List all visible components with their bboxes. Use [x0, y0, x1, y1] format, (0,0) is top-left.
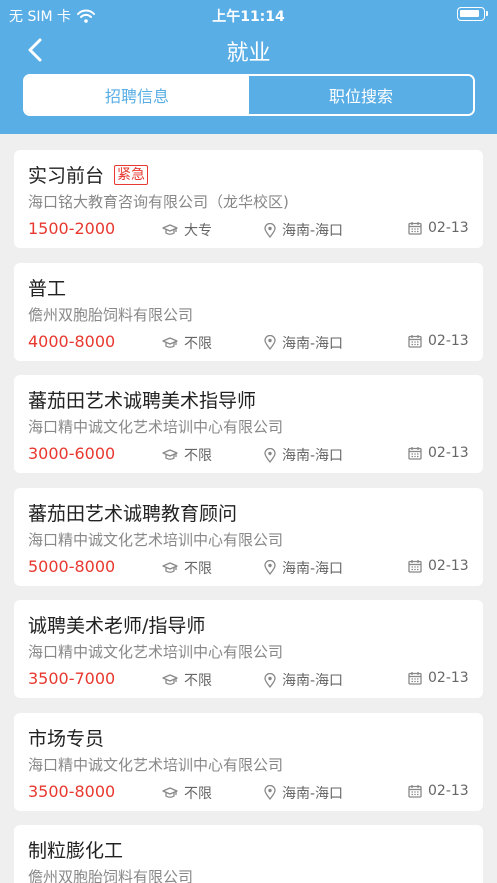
- calendar-icon: [408, 222, 422, 235]
- location-pin-icon: [264, 222, 276, 238]
- salary: 4000-8000: [28, 331, 116, 351]
- company-name: 儋州双胞胎饲料有限公司: [28, 868, 194, 883]
- education-text: 大专: [184, 223, 212, 239]
- education-requirement: 不限: [162, 333, 212, 353]
- battery-icon: [457, 7, 488, 21]
- education-requirement: 不限: [162, 558, 212, 578]
- company-name: 儋州双胞胎饲料有限公司: [28, 305, 194, 324]
- job-location: 海南-海口: [264, 783, 343, 803]
- education-requirement: 不限: [162, 670, 212, 690]
- salary: 3000-6000: [28, 444, 116, 463]
- graduation-cap-icon: [162, 561, 178, 573]
- location-pin-icon: [264, 447, 276, 463]
- job-card[interactable]: 蕃茄田艺术诚聘美术指导师海口精中诚文化艺术培训中心有限公司 3000-6000 不限…: [14, 375, 483, 473]
- education-requirement: 大专: [162, 220, 212, 240]
- company-name: 海口精中诚文化艺术培训中心有限公司: [28, 530, 284, 549]
- job-title-text: 蕃茄田艺术诚聘美术指导师: [28, 390, 257, 412]
- status-time: 上午11:14: [212, 9, 285, 25]
- job-title: 蕃茄田艺术诚聘教育顾问: [28, 499, 237, 526]
- post-date: 02-13: [408, 445, 469, 461]
- job-title-text: 普工: [28, 277, 67, 300]
- job-location: 海南-海口: [264, 558, 343, 578]
- graduation-cap-icon: [162, 786, 178, 798]
- job-card[interactable]: 制粒膨化工儋州双胞胎饲料有限公司: [14, 825, 483, 883]
- post-date: 02-13: [408, 558, 469, 574]
- education-text: 不限: [184, 335, 212, 352]
- job-title-text: 蕃茄田艺术诚聘教育顾问: [28, 502, 238, 525]
- job-card[interactable]: 实习前台 紧急海口铭大教育咨询有限公司（龙华校区) 1500-2000 大专 海南-海口…: [14, 150, 483, 248]
- date-text: 02-13: [428, 557, 469, 574]
- graduation-cap-icon: [162, 449, 178, 460]
- job-title: 普工: [28, 274, 66, 301]
- company-name: 海口精中诚文化艺术培训中心有限公司: [28, 418, 284, 436]
- location-pin-icon: [264, 335, 276, 350]
- education-text: 不限: [184, 673, 212, 689]
- job-card[interactable]: 市场专员海口精中诚文化艺术培训中心有限公司 3500-8000 不限 海南-海口 02-…: [14, 712, 483, 811]
- post-date: 02-13: [408, 783, 469, 799]
- urgent-badge: 紧急: [114, 164, 149, 185]
- location-pin-icon: [264, 785, 276, 800]
- graduation-cap-icon: [162, 224, 178, 235]
- salary: 3500-7000: [28, 669, 116, 688]
- job-location: 海南-海口: [264, 220, 343, 240]
- job-title: 实习前台 紧急: [28, 161, 149, 188]
- location-text: 海南-海口: [282, 785, 344, 802]
- graduation-cap-icon: [162, 674, 178, 685]
- education-requirement: 不限: [162, 445, 212, 465]
- location-text: 海南-海口: [282, 448, 344, 464]
- job-location: 海南-海口: [264, 333, 343, 353]
- job-title: 诚聘美术老师/指导师: [28, 611, 205, 638]
- location-text: 海南-海口: [282, 335, 344, 352]
- job-card[interactable]: 诚聘美术老师/指导师海口精中诚文化艺术培训中心有限公司 3500-7000 不限 海南…: [14, 600, 483, 698]
- location-pin-icon: [264, 560, 276, 575]
- post-date: 02-13: [408, 670, 469, 686]
- job-title-text: 制粒膨化工: [28, 840, 124, 862]
- nav-bar: 就业: [0, 30, 497, 70]
- date-text: 02-13: [428, 782, 469, 799]
- calendar-icon: [408, 334, 422, 348]
- status-bar: 无 SIM 卡 上午11:14: [0, 0, 497, 30]
- location-text: 海南-海口: [282, 673, 344, 689]
- page-title: 就业: [226, 41, 271, 66]
- job-location: 海南-海口: [264, 670, 343, 690]
- tab-recruitment-info[interactable]: 招聘信息: [25, 76, 249, 114]
- job-title: 蕃茄田艺术诚聘美术指导师: [28, 386, 256, 413]
- segmented-tabs: 招聘信息 职位搜索: [23, 74, 475, 116]
- job-card[interactable]: 普工儋州双胞胎饲料有限公司 4000-8000 不限 海南-海口 02-13: [14, 262, 483, 361]
- job-title: 市场专员: [28, 724, 104, 751]
- job-title-text: 实习前台: [28, 165, 105, 187]
- location-text: 海南-海口: [282, 223, 344, 239]
- date-text: 02-13: [428, 670, 469, 686]
- calendar-icon: [408, 784, 422, 798]
- job-title: 制粒膨化工: [28, 836, 123, 863]
- post-date: 02-13: [408, 333, 469, 349]
- job-card[interactable]: 蕃茄田艺术诚聘教育顾问海口精中诚文化艺术培训中心有限公司 5000-8000 不限 海…: [14, 487, 483, 586]
- tab-job-search[interactable]: 职位搜索: [249, 76, 473, 114]
- graduation-cap-icon: [162, 336, 178, 348]
- job-title-text: 市场专员: [28, 727, 105, 750]
- job-location: 海南-海口: [264, 445, 343, 465]
- location-text: 海南-海口: [282, 560, 344, 577]
- app-header: 无 SIM 卡 上午11:14 就业 招聘信息 职位搜索: [0, 0, 497, 134]
- salary: 5000-8000: [28, 556, 116, 576]
- calendar-icon: [408, 672, 422, 685]
- education-requirement: 不限: [162, 783, 212, 803]
- salary: 3500-8000: [28, 781, 116, 801]
- salary: 1500-2000: [28, 219, 116, 238]
- calendar-icon: [408, 447, 422, 460]
- education-text: 不限: [184, 448, 212, 464]
- education-text: 不限: [184, 785, 212, 802]
- date-text: 02-13: [428, 220, 469, 236]
- company-name: 海口铭大教育咨询有限公司（龙华校区): [28, 193, 289, 211]
- job-title-text: 诚聘美术老师/指导师: [28, 615, 206, 637]
- education-text: 不限: [184, 560, 212, 577]
- company-name: 海口精中诚文化艺术培训中心有限公司: [28, 755, 284, 774]
- date-text: 02-13: [428, 332, 469, 349]
- company-name: 海口精中诚文化艺术培训中心有限公司: [28, 643, 284, 661]
- location-pin-icon: [264, 672, 276, 688]
- post-date: 02-13: [408, 220, 469, 236]
- calendar-icon: [408, 559, 422, 573]
- date-text: 02-13: [428, 445, 469, 461]
